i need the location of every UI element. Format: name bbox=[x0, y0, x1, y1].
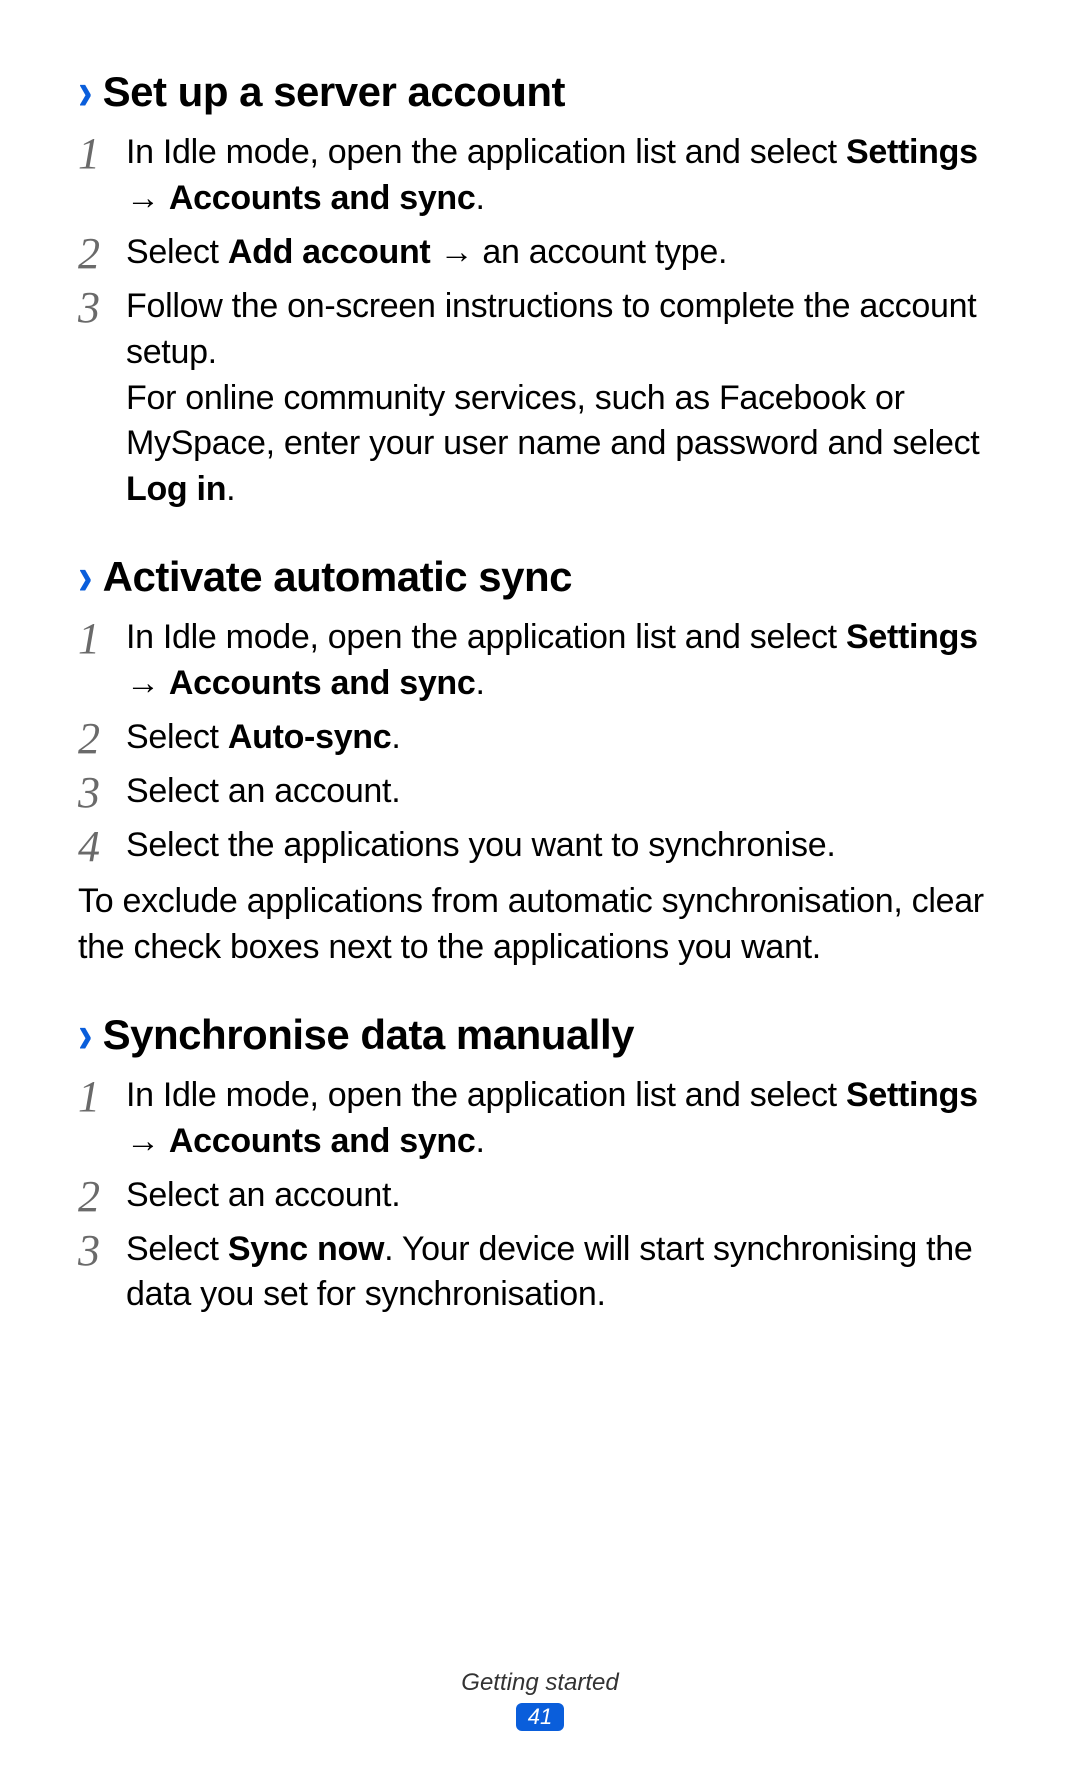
step-body: Select the applications you want to sync… bbox=[126, 823, 835, 869]
heading-row: › Activate automatic sync bbox=[78, 553, 1002, 601]
step-body: Select an account. bbox=[126, 769, 400, 815]
step-item: 1 In Idle mode, open the application lis… bbox=[78, 615, 1002, 707]
heading-text: Synchronise data manually bbox=[103, 1011, 634, 1059]
section-auto-sync: › Activate automatic sync 1 In Idle mode… bbox=[78, 553, 1002, 971]
footer-section-label: Getting started bbox=[0, 1669, 1080, 1697]
heading-text: Activate automatic sync bbox=[103, 553, 572, 601]
step-body: In Idle mode, open the application list … bbox=[126, 615, 1002, 707]
step-item: 2 Select an account. bbox=[78, 1173, 1002, 1219]
section-set-up-server: › Set up a server account 1 In Idle mode… bbox=[78, 68, 1002, 513]
chevron-icon: › bbox=[78, 1008, 93, 1061]
chevron-icon: › bbox=[78, 66, 93, 119]
heading-row: › Synchronise data manually bbox=[78, 1011, 1002, 1059]
section-note: To exclude applications from automatic s… bbox=[78, 879, 1002, 971]
step-item: 1 In Idle mode, open the application lis… bbox=[78, 1073, 1002, 1165]
section-manual-sync: › Synchronise data manually 1 In Idle mo… bbox=[78, 1011, 1002, 1319]
heading-text: Set up a server account bbox=[103, 68, 565, 116]
step-body: In Idle mode, open the application list … bbox=[126, 130, 1002, 222]
page-footer: Getting started 41 bbox=[0, 1669, 1080, 1731]
heading-row: › Set up a server account bbox=[78, 68, 1002, 116]
steps-list: 1 In Idle mode, open the application lis… bbox=[78, 130, 1002, 513]
step-item: 2 Select Auto-sync. bbox=[78, 715, 1002, 761]
page-number-badge: 41 bbox=[516, 1703, 564, 1731]
step-body: Select an account. bbox=[126, 1173, 400, 1219]
step-number: 2 bbox=[78, 230, 126, 276]
step-item: 1 In Idle mode, open the application lis… bbox=[78, 130, 1002, 222]
step-number: 1 bbox=[78, 1073, 126, 1119]
step-item: 3 Select Sync now. Your device will star… bbox=[78, 1227, 1002, 1319]
step-body: In Idle mode, open the application list … bbox=[126, 1073, 1002, 1165]
step-number: 1 bbox=[78, 615, 126, 661]
step-number: 3 bbox=[78, 769, 126, 815]
step-number: 2 bbox=[78, 715, 126, 761]
step-item: 3 Follow the on-screen instructions to c… bbox=[78, 284, 1002, 513]
step-number: 3 bbox=[78, 284, 126, 330]
step-number: 1 bbox=[78, 130, 126, 176]
step-number: 4 bbox=[78, 823, 126, 869]
chevron-icon: › bbox=[78, 551, 93, 604]
steps-list: 1 In Idle mode, open the application lis… bbox=[78, 615, 1002, 869]
step-body: Select Add account → an account type. bbox=[126, 230, 727, 276]
step-number: 2 bbox=[78, 1173, 126, 1219]
steps-list: 1 In Idle mode, open the application lis… bbox=[78, 1073, 1002, 1319]
step-body: Select Sync now. Your device will start … bbox=[126, 1227, 1002, 1319]
step-body: Select Auto-sync. bbox=[126, 715, 401, 761]
step-item: 2 Select Add account → an account type. bbox=[78, 230, 1002, 276]
manual-page: › Set up a server account 1 In Idle mode… bbox=[0, 0, 1080, 1318]
step-item: 4 Select the applications you want to sy… bbox=[78, 823, 1002, 869]
step-number: 3 bbox=[78, 1227, 126, 1273]
step-item: 3 Select an account. bbox=[78, 769, 1002, 815]
step-body: Follow the on-screen instructions to com… bbox=[126, 284, 1002, 513]
